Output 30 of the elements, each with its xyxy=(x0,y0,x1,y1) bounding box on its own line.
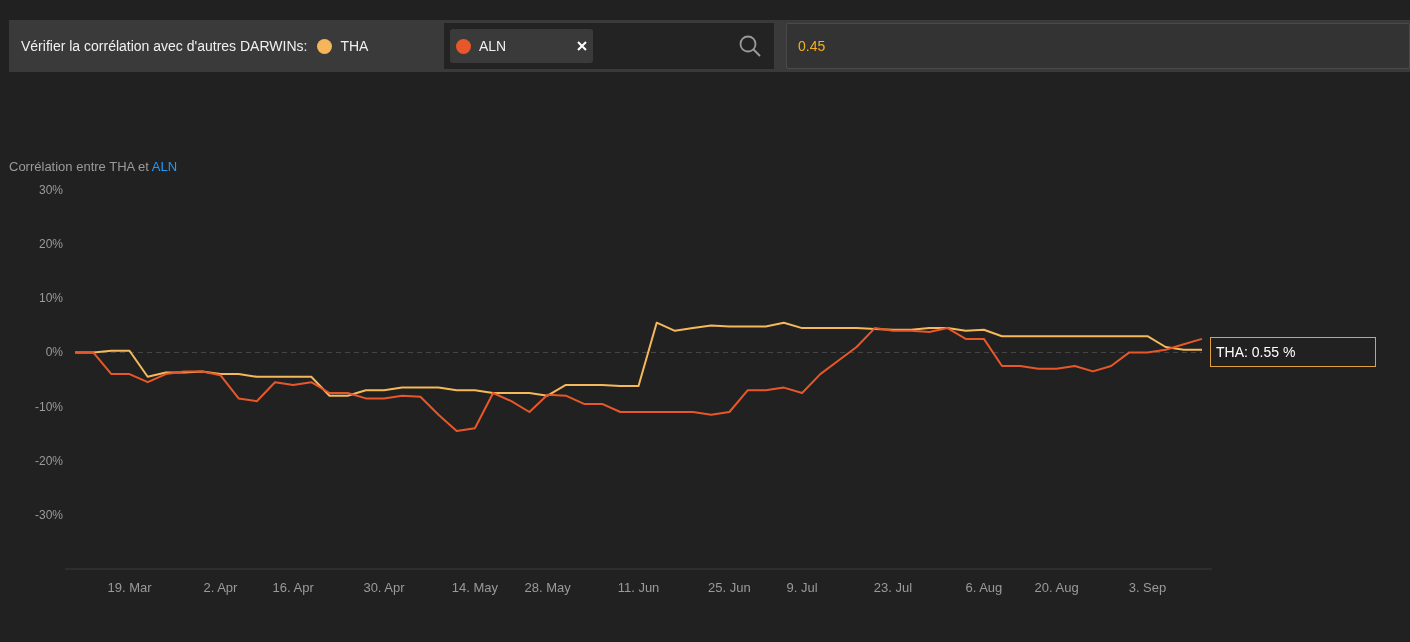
axis-label: 14. May xyxy=(451,580,499,595)
axis-label: 11. Jun xyxy=(617,580,660,595)
axis-label: 9. Jul xyxy=(786,580,818,595)
search-icon xyxy=(738,34,762,58)
axis-label: -20% xyxy=(35,453,63,468)
close-icon[interactable] xyxy=(577,41,587,51)
search-field[interactable]: ALN xyxy=(444,23,774,69)
axis-label: 20% xyxy=(38,237,63,252)
axis-label: 28. May xyxy=(524,580,571,595)
axis-label: 25. Jun xyxy=(708,580,751,595)
darwin-chip[interactable]: ALN xyxy=(450,29,593,63)
axis-label: 2. Apr xyxy=(203,580,238,595)
axis-label: -30% xyxy=(35,507,63,522)
input-field[interactable]: 0.45 xyxy=(786,23,1410,69)
axis-label: 30. Apr xyxy=(363,580,405,595)
darwin-name: THA xyxy=(340,36,369,56)
axis-label: 0% xyxy=(45,345,63,360)
axis-label: 30% xyxy=(38,183,63,197)
darwin-name: ALN xyxy=(479,36,508,56)
axis-label: 10% xyxy=(38,291,63,306)
axis-label: 23. Jul xyxy=(873,580,913,595)
axis-label: -10% xyxy=(35,399,63,414)
axis-label: 19. Mar xyxy=(107,580,152,595)
toolbar-label: Vérifier la corrélation avec d'autres DARWINs: xyxy=(21,36,308,56)
axis-label: 6. Aug xyxy=(965,580,1003,595)
axis-label: 3. Sep xyxy=(1128,580,1167,595)
tooltip: THA: 0.55 % xyxy=(1210,337,1376,367)
axis-label: 20. Aug xyxy=(1034,580,1079,595)
chart-subtitle: Corrélation entre THA et ALN xyxy=(9,159,178,174)
axis-label: 16. Apr xyxy=(272,580,314,595)
